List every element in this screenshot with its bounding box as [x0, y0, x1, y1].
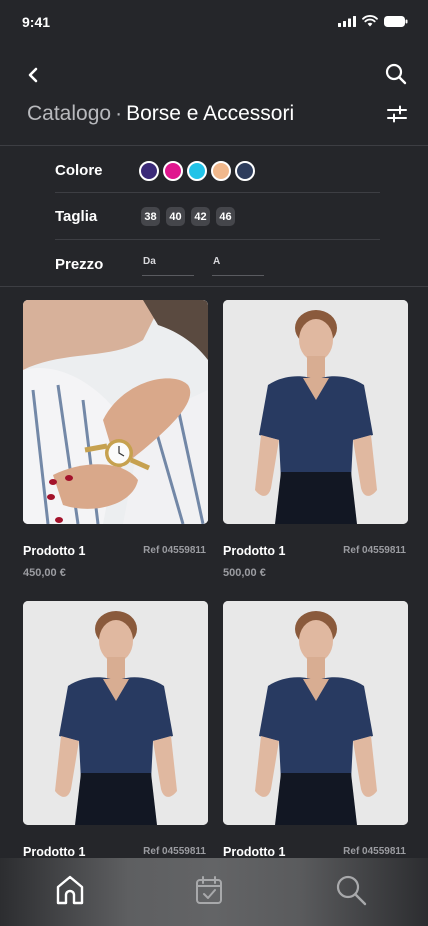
- page-title: Catalogo · Borse e Accessori: [27, 102, 294, 126]
- size-chip[interactable]: 38: [141, 207, 160, 226]
- breadcrumb-section: Borse e Accessori: [126, 102, 295, 125]
- color-swatch[interactable]: [211, 161, 231, 181]
- color-swatch[interactable]: [139, 161, 159, 181]
- title-row: Catalogo · Borse e Accessori: [0, 98, 428, 132]
- signal-icon: [338, 15, 356, 27]
- search-icon: [385, 63, 407, 85]
- product-ref: Ref 04559811: [143, 545, 206, 556]
- product-name: Prodotto 1: [23, 544, 86, 558]
- tab-calendar[interactable]: [191, 872, 227, 908]
- status-bar: 9:41: [0, 0, 428, 44]
- size-options: 38 40 42 46: [141, 207, 235, 226]
- filter-label-color: Colore: [55, 162, 103, 179]
- price-from-input[interactable]: Da: [142, 254, 194, 276]
- battery-icon: [384, 15, 408, 27]
- navigation-bar: [0, 56, 428, 96]
- wifi-icon: [362, 15, 378, 27]
- back-button[interactable]: [20, 62, 46, 88]
- filter-divider: [55, 192, 380, 193]
- product-ref: Ref 04559811: [343, 846, 406, 857]
- tab-search[interactable]: [333, 872, 369, 908]
- status-icons: [338, 15, 408, 27]
- filter-row-color: Colore: [55, 148, 380, 194]
- size-chip[interactable]: 40: [166, 207, 185, 226]
- calendar-check-icon: [196, 876, 222, 904]
- home-icon: [56, 875, 84, 905]
- product-card[interactable]: Prodotto 1 Ref 04559811: [23, 601, 208, 859]
- product-image-wrist-watch: [23, 300, 208, 524]
- product-ref: Ref 04559811: [343, 545, 406, 556]
- product-ref: Ref 04559811: [143, 846, 206, 857]
- product-price: 500,00 €: [223, 567, 266, 579]
- size-chip[interactable]: 46: [216, 207, 235, 226]
- wrist-watch-photo: [23, 300, 208, 524]
- tab-bar: [0, 858, 428, 926]
- color-swatch[interactable]: [163, 161, 183, 181]
- search-button[interactable]: [382, 60, 410, 88]
- price-from-placeholder: Da: [143, 256, 156, 267]
- size-chip[interactable]: 42: [191, 207, 210, 226]
- product-name: Prodotto 1: [223, 544, 286, 558]
- product-image-blouse: [23, 601, 208, 825]
- product-image-blouse: [223, 300, 408, 524]
- color-swatch[interactable]: [235, 161, 255, 181]
- filter-settings-button[interactable]: [386, 102, 408, 126]
- color-swatches: [139, 161, 255, 181]
- filters-divider: [0, 286, 428, 287]
- breadcrumb-separator: ·: [115, 102, 123, 125]
- status-time: 9:41: [22, 14, 51, 30]
- price-to-placeholder: A: [213, 256, 221, 267]
- product-name: Prodotto 1: [223, 845, 286, 859]
- breadcrumb-category[interactable]: Catalogo: [27, 102, 111, 125]
- product-card[interactable]: Prodotto 1 Ref 04559811: [223, 601, 408, 859]
- navy-blouse-photo: [223, 601, 408, 825]
- product-price: 450,00 €: [23, 567, 66, 579]
- header-divider: [0, 145, 428, 146]
- search-icon: [336, 875, 367, 906]
- filter-label-size: Taglia: [55, 208, 98, 225]
- navy-blouse-photo: [23, 601, 208, 825]
- filter-label-price: Prezzo: [55, 256, 104, 273]
- product-image-blouse: [223, 601, 408, 825]
- tab-home[interactable]: [52, 872, 88, 908]
- color-swatch[interactable]: [187, 161, 207, 181]
- price-to-input[interactable]: A: [212, 254, 264, 276]
- product-card[interactable]: Prodotto 1 Ref 04559811 450,00 €: [23, 300, 208, 579]
- filter-divider: [55, 239, 380, 240]
- sliders-icon: [387, 105, 407, 123]
- filter-row-price: Prezzo Da A: [55, 242, 380, 288]
- filter-row-size: Taglia 38 40 42 46: [55, 194, 380, 240]
- product-name: Prodotto 1: [23, 845, 86, 859]
- product-card[interactable]: Prodotto 1 Ref 04559811 500,00 €: [223, 300, 408, 579]
- chevron-left-icon: [28, 67, 38, 83]
- navy-blouse-photo: [223, 300, 408, 524]
